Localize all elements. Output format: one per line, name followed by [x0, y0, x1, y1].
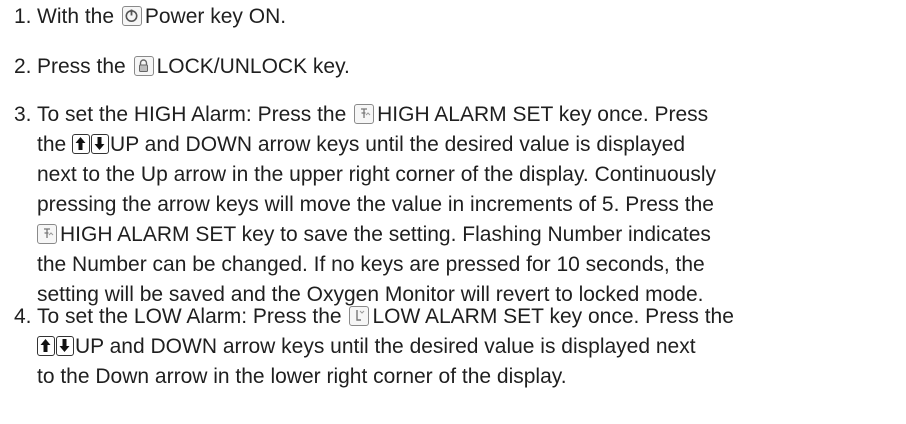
power-key-icon	[121, 6, 142, 26]
step-text: UP and DOWN arrow keys until the desired…	[75, 335, 696, 358]
step-3: 3. To set the HIGH Alarm: Press the HIGH …	[14, 100, 902, 310]
step-text: the Number can be changed. If no keys ar…	[37, 253, 705, 276]
step-text: To set the LOW Alarm: Press the	[37, 305, 342, 328]
low-alarm-set-key-icon	[349, 306, 370, 326]
up-arrow-key-icon	[72, 134, 91, 154]
up-arrow-key-icon	[37, 336, 55, 356]
step-text: With the	[37, 5, 115, 28]
step-2: 2. Press the LOCK/UNLOCK key.	[14, 52, 902, 82]
step-number: 1.	[14, 5, 32, 28]
step-4: 4. To set the LOW Alarm: Press the LOW AL…	[14, 302, 902, 392]
step-text: the	[37, 133, 67, 156]
instruction-list: 1. With the Power key ON. 2. Press the LOC…	[0, 0, 906, 424]
step-text: LOW ALARM SET key once. Press the	[372, 305, 734, 328]
high-alarm-set-key-icon	[354, 104, 375, 124]
step-text: Press the	[37, 55, 126, 78]
down-arrow-key-icon	[56, 336, 74, 356]
step-text: To set the HIGH Alarm: Press the	[37, 103, 347, 126]
step-text: next to the Up arrow in the upper right …	[37, 163, 716, 186]
high-alarm-set-key-icon	[37, 224, 57, 244]
step-text: Power key ON.	[144, 5, 287, 28]
step-text: to the Down arrow in the lower right cor…	[37, 365, 567, 388]
step-text: HIGH ALARM SET key to save the setting. …	[60, 223, 711, 246]
step-text: HIGH ALARM SET key once. Press	[377, 103, 709, 126]
down-arrow-key-icon	[91, 134, 110, 154]
step-text: LOCK/UNLOCK key.	[156, 55, 350, 78]
step-number: 4.	[14, 305, 32, 328]
step-text: UP and DOWN arrow keys until the desired…	[110, 133, 686, 156]
lock-key-icon	[133, 56, 154, 76]
step-text: pressing the arrow keys will move the va…	[37, 193, 714, 216]
step-number: 2.	[14, 55, 32, 78]
step-1: 1. With the Power key ON.	[14, 2, 902, 32]
step-number: 3.	[14, 103, 32, 126]
